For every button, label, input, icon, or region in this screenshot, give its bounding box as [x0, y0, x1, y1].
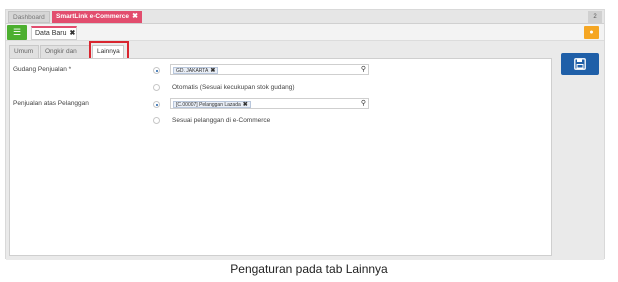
search-icon[interactable]: ⚲ [361, 65, 366, 75]
lightbulb-icon: ● [589, 29, 594, 36]
app-window: Dashboard SmartLink e-Commerce ✖ 2 ☰ Dat… [5, 9, 605, 260]
gudang-radio-otomatis[interactable] [153, 84, 160, 91]
gudang-penjualan-label: Gudang Penjualan * [13, 66, 71, 73]
form-area: Umum Ongkir dan Fee Lainnya Gudang Penju… [6, 41, 604, 260]
pelanggan-radio-ecommerce[interactable] [153, 117, 160, 124]
penjualan-pelanggan-label: Penjualan atas Pelanggan [13, 100, 89, 107]
tab-smartlink-label: SmartLink e-Commerce [56, 13, 129, 20]
close-icon[interactable]: ✖ [210, 68, 215, 74]
close-icon[interactable]: ✖ [70, 30, 76, 37]
gudang-radio-selected[interactable] [153, 67, 160, 74]
save-icon [574, 58, 586, 70]
gudang-option-otomatis: Otomatis (Sesuai kecukupan stok gudang) [172, 84, 295, 91]
zoom-value: 2 [593, 14, 597, 20]
save-button[interactable] [561, 53, 599, 75]
tab-dashboard-label: Dashboard [13, 14, 45, 21]
required-mark: * [68, 66, 72, 73]
tab-umum[interactable]: Umum [9, 45, 39, 58]
close-icon[interactable]: ✖ [132, 11, 138, 23]
pelanggan-radio-selected[interactable] [153, 101, 160, 108]
doc-tab-label: Data Baru [35, 30, 67, 37]
gudang-chip-label: GD. JAKARTA [176, 67, 209, 74]
gudang-penjualan-label-text: Gudang Penjualan [13, 66, 67, 73]
penjualan-pelanggan-field[interactable]: [C.00007] Pelanggan Lazada ✖ ⚲ [170, 98, 369, 109]
list-icon: ☰ [12, 27, 22, 37]
pelanggan-chip: [C.00007] Pelanggan Lazada ✖ [173, 100, 251, 108]
document-bar: ☰ Data Baru ✖ ● [6, 24, 604, 41]
tab-smartlink-ecommerce[interactable]: SmartLink e-Commerce ✖ [52, 11, 142, 23]
figure-caption: Pengaturan pada tab Lainnya [230, 262, 388, 276]
gudang-chip: GD. JAKARTA ✖ [173, 66, 219, 74]
pelanggan-chip-label: [C.00007] Pelanggan Lazada [176, 101, 241, 108]
list-button[interactable]: ☰ [7, 25, 27, 40]
tips-button[interactable]: ● [584, 26, 599, 39]
form-panel: Gudang Penjualan * GD. JAKARTA ✖ ⚲ Otomat… [9, 58, 552, 256]
zoom-select[interactable]: 2 [588, 11, 602, 23]
main-tab-bar: Dashboard SmartLink e-Commerce ✖ 2 [6, 10, 604, 24]
tab-ongkir-dan-fee[interactable]: Ongkir dan Fee [40, 45, 90, 67]
gudang-penjualan-field[interactable]: GD. JAKARTA ✖ ⚲ [170, 64, 369, 75]
close-icon[interactable]: ✖ [243, 102, 248, 108]
tab-dashboard[interactable]: Dashboard [8, 11, 50, 23]
tab-data-baru[interactable]: Data Baru ✖ [31, 26, 77, 40]
pelanggan-option-ecommerce: Sesuai pelanggan di e-Commerce [172, 117, 271, 124]
tab-umum-label: Umum [14, 48, 34, 55]
search-icon[interactable]: ⚲ [361, 99, 366, 109]
